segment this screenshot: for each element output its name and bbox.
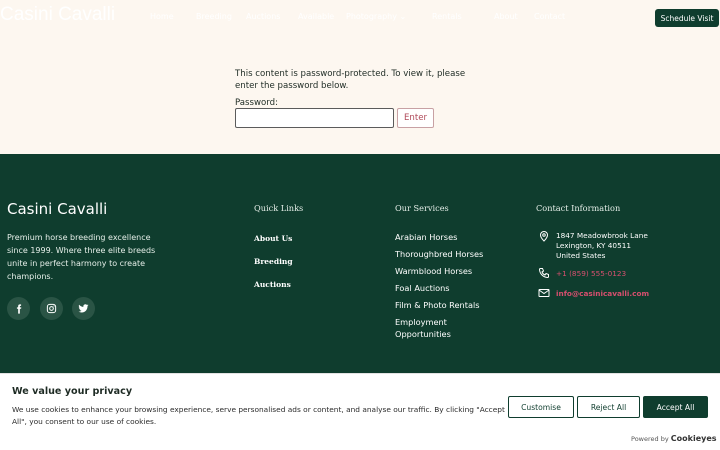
schedule-visit-button[interactable]: Schedule Visit <box>655 9 719 27</box>
service-warmblood-horses[interactable]: Warmblood Horses <box>395 265 505 277</box>
contact-phone-link[interactable]: +1 (859) 555-0123 <box>556 269 626 279</box>
cookie-message: We use cookies to enhance your browsing … <box>12 405 505 426</box>
nav-photography[interactable]: Photography ⌄ <box>346 12 432 21</box>
contact-address: 1847 Meadowbrook Lane Lexington, KY 4051… <box>556 231 648 260</box>
instagram-icon[interactable] <box>40 297 63 320</box>
quick-links-heading: Quick Links <box>254 203 304 213</box>
email-icon <box>538 289 550 297</box>
services-heading: Our Services <box>395 203 449 213</box>
nav-breeding[interactable]: Breeding <box>196 12 246 21</box>
service-arabian-horses[interactable]: Arabian Horses <box>395 231 505 243</box>
footer-brand: Casini Cavalli <box>7 200 108 218</box>
password-input[interactable] <box>235 108 394 128</box>
password-label: Password: <box>235 98 279 108</box>
footer-link-breeding[interactable]: Breeding <box>254 257 293 266</box>
reject-all-button[interactable]: Reject All <box>577 396 640 418</box>
customise-button[interactable]: Customise <box>508 396 574 418</box>
footer-link-about-us[interactable]: About Us <box>254 234 292 243</box>
nav-contact[interactable]: Contact <box>534 12 582 21</box>
accept-all-button[interactable]: Accept All <box>643 396 708 418</box>
contact-email-link[interactable]: info@casinicavalli.com <box>556 289 649 299</box>
nav-about[interactable]: About <box>494 12 534 21</box>
service-employment-opportunities[interactable]: Employment Opportunities <box>395 316 475 340</box>
service-foal-auctions[interactable]: Foal Auctions <box>395 282 505 294</box>
twitter-icon[interactable] <box>72 297 95 320</box>
nav-home[interactable]: Home <box>150 12 196 21</box>
password-protected-message: This content is password-protected. To v… <box>235 69 466 91</box>
nav-rentals[interactable]: Rentals <box>432 12 494 21</box>
facebook-icon[interactable] <box>7 297 30 320</box>
location-pin-icon <box>539 231 549 242</box>
nav-available[interactable]: Available <box>298 12 346 21</box>
main-nav: Home Breeding Auctions Available Photogr… <box>150 12 582 21</box>
footer-link-auctions[interactable]: Auctions <box>254 280 291 289</box>
cookieyes-branding[interactable]: Powered by Cookieyes <box>631 434 717 443</box>
service-film-photo-rentals[interactable]: Film & Photo Rentals <box>395 299 505 311</box>
site-header: Casini Cavalli Home Breeding Auctions Av… <box>0 0 720 36</box>
phone-icon <box>538 268 549 279</box>
footer-description: Premium horse breeding excellence since … <box>7 233 156 281</box>
contact-heading: Contact Information <box>536 203 621 213</box>
nav-auctions[interactable]: Auctions <box>246 12 298 21</box>
site-logo[interactable]: Casini Cavalli <box>0 4 115 26</box>
enter-button[interactable]: Enter <box>397 108 434 128</box>
service-thoroughbred-horses[interactable]: Thoroughbred Horses <box>395 248 505 260</box>
powered-by-label: Powered by <box>631 435 669 443</box>
cookieyes-logo: Cookieyes <box>670 434 717 443</box>
cookie-consent-banner: We value your privacy We use cookies to … <box>0 373 720 450</box>
cookie-title: We value your privacy <box>12 386 133 397</box>
